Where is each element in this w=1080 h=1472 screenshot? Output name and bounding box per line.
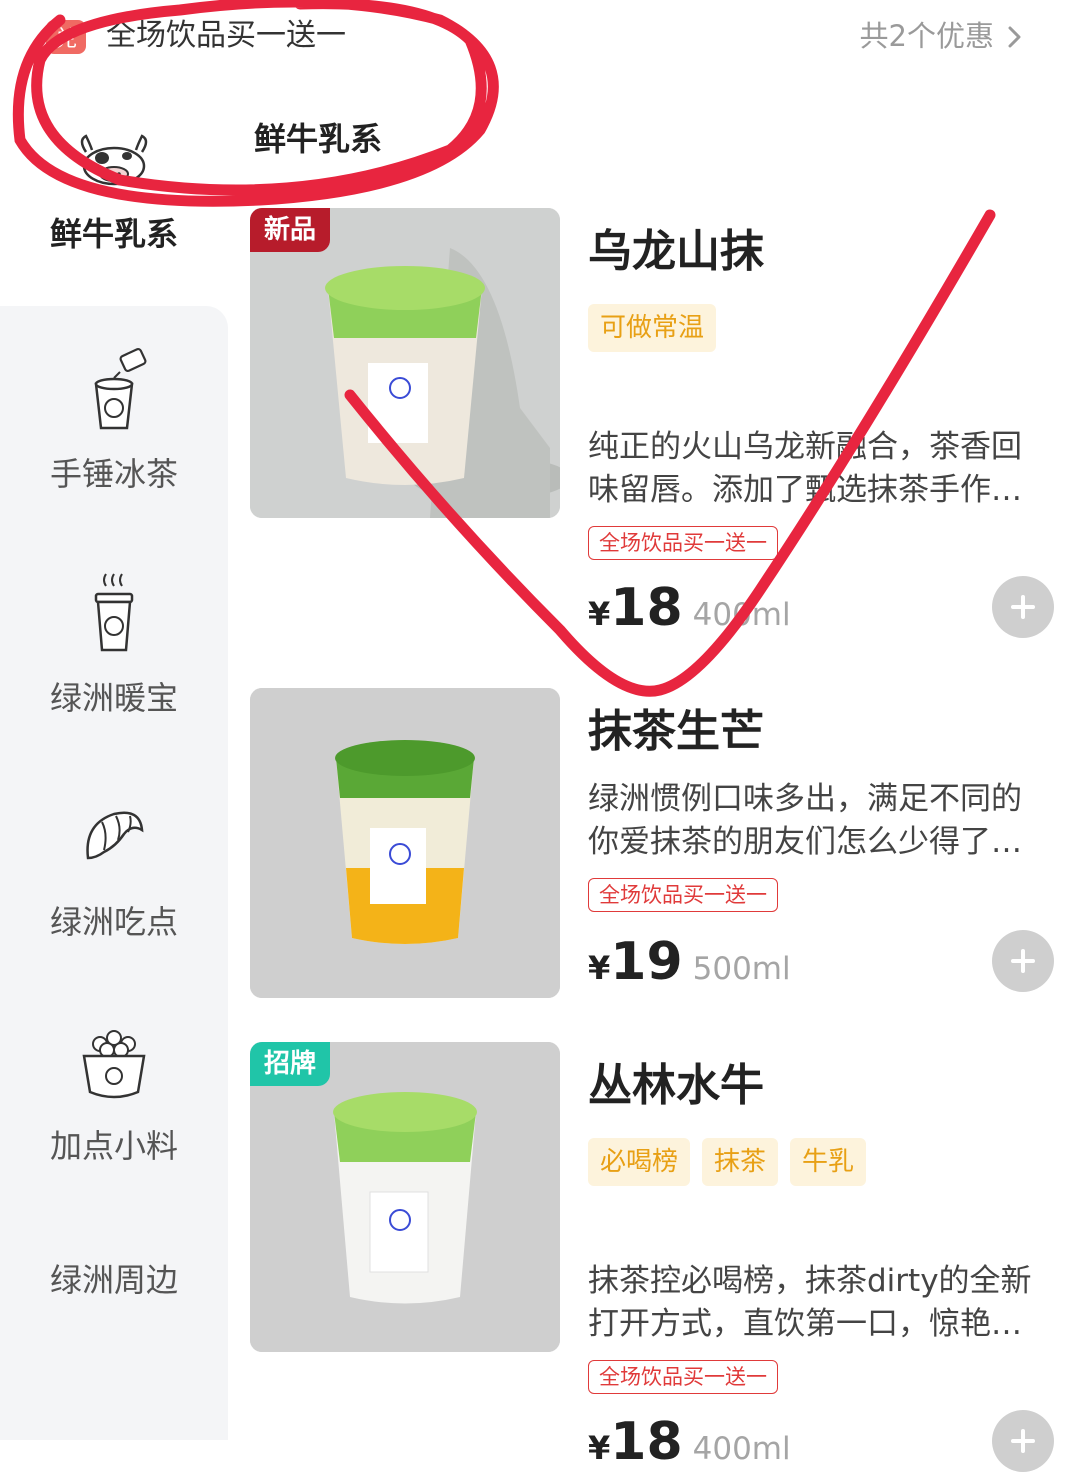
product-price: ¥18 400ml [588,578,791,638]
product-price: ¥18 400ml [588,1412,791,1472]
sidebar-item-fresh-milk[interactable]: 鲜牛乳系 [0,130,228,256]
promo-bar[interactable]: 兑 全场饮品买一送一 共2个优惠 [0,0,1080,80]
currency-symbol: ¥ [588,595,611,633]
toppings-bowl-icon [82,1030,146,1099]
promo-text: 全场饮品买一送一 [106,18,346,53]
attr-tag: 可做常温 [588,304,717,352]
section-header: 鲜牛乳系 [254,120,383,158]
sidebar-item-label: 绿洲周边 [49,1261,178,1299]
product-description: 纯正的火山乌龙新融合，茶香回味留唇。添加了甄选抹茶手作… [588,429,1022,508]
product-image[interactable] [250,688,560,998]
drink-cup-image [250,208,560,518]
hot-drink-icon [94,573,134,652]
signature-tag: 招牌 [250,1042,331,1086]
plus-icon [1011,595,1035,619]
sidebar-item-label: 手锤冰茶 [49,455,178,493]
price-value: 18 [610,578,683,638]
attr-tag: 牛乳 [790,1138,867,1186]
currency-symbol: ¥ [588,1429,611,1467]
sidebar-item-toppings[interactable]: 加点小料 [0,1018,228,1168]
product-attr-tags: 必喝榜 抹茶 牛乳 [588,1138,867,1186]
promo-count[interactable]: 共2个优惠 [860,14,994,58]
cow-icon [80,134,148,186]
add-to-cart-button[interactable] [992,1410,1054,1472]
drink-cup-image [250,688,560,998]
product-name: 丛林水牛 [588,1060,764,1111]
sidebar-item-label: 加点小料 [49,1127,178,1165]
chevron-right-icon[interactable] [1002,22,1028,52]
coupon-badge-icon: 兑 [46,20,86,54]
promo-tag: 全场饮品买一送一 [588,526,778,560]
sidebar-item-warm-drinks[interactable]: 绿洲暖宝 [0,570,228,720]
product-description: 抹茶控必喝榜，抹茶dirty的全新打开方式，直饮第一口，惊艳… [588,1263,1032,1342]
category-sidebar: 鲜牛乳系 手锤冰茶 绿洲暖宝 绿洲吃点 加点小料 绿洲周边 [0,100,230,1440]
volume: 500ml [692,951,791,987]
attr-tag: 抹茶 [702,1138,779,1186]
volume: 400ml [692,597,791,633]
plus-icon [1011,1429,1035,1453]
add-to-cart-button[interactable] [992,576,1054,638]
add-to-cart-button[interactable] [992,930,1054,992]
product-description: 绿洲惯例口味多出，满足不同的你爱抹茶的朋友们怎么少得了… [588,781,1022,860]
product-name: 抹茶生芒 [588,706,764,757]
product-price: ¥19 500ml [588,932,791,992]
croissant-icon [86,811,144,860]
drink-cup-image [250,1042,560,1352]
sidebar-item-merch[interactable]: 绿洲周边 [0,1258,228,1302]
plus-icon [1011,949,1035,973]
product-attr-tags: 可做常温 [588,304,717,352]
currency-symbol: ¥ [588,949,611,987]
iced-tea-icon [94,347,147,430]
volume: 400ml [692,1431,791,1467]
product-image[interactable]: 招牌 [250,1042,560,1352]
sidebar-item-label: 鲜牛乳系 [49,215,178,253]
price-value: 18 [610,1412,683,1472]
product-name: 乌龙山抹 [588,226,764,277]
new-product-tag: 新品 [250,208,331,252]
sidebar-item-label: 绿洲吃点 [49,903,178,941]
attr-tag: 必喝榜 [588,1138,691,1186]
sidebar-item-snacks[interactable]: 绿洲吃点 [0,794,228,944]
sidebar-item-label: 绿洲暖宝 [49,679,178,717]
promo-tag: 全场饮品买一送一 [588,1360,778,1394]
sidebar-item-iced-tea[interactable]: 手锤冰茶 [0,346,228,496]
product-image[interactable]: 新品 [250,208,560,518]
promo-tag: 全场饮品买一送一 [588,878,778,912]
price-value: 19 [610,932,683,992]
